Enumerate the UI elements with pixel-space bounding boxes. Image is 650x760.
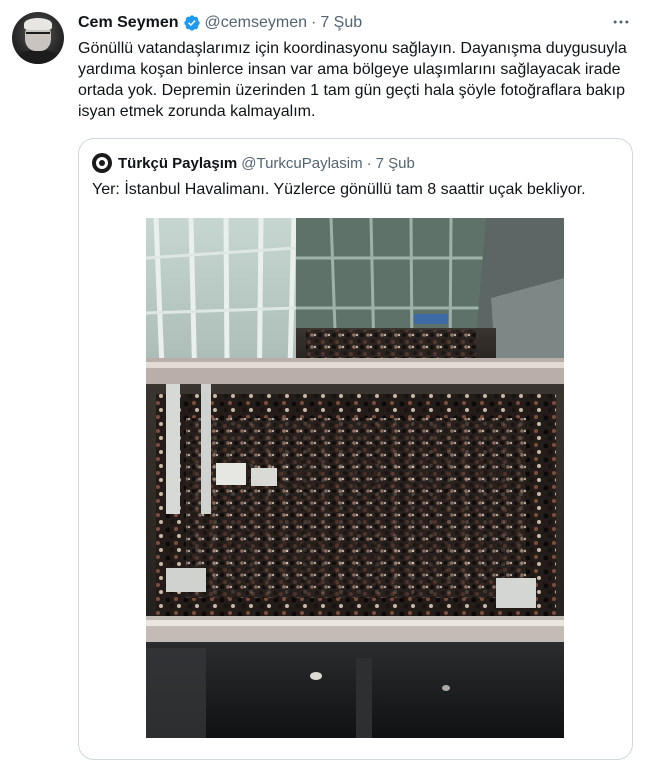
tweet-text: Gönüllü vatandaşlarımız için koordinasyo… [78,40,627,120]
tweet-photo[interactable] [146,218,564,738]
separator-dot: · [311,14,317,31]
author-name[interactable]: Cem Seymen [78,14,179,32]
quoted-author-avatar [92,153,112,173]
verified-badge-icon [183,15,200,31]
airport-crowd-photo [146,218,564,738]
quoted-tweet-text: Yer: İstanbul Havalimanı. Yüzlerce gönül… [92,181,586,198]
quoted-author-handle: @TurkcuPaylasim [241,154,363,172]
quoted-separator-dot: · [366,154,372,172]
quoted-author-name: Türkçü Paylaşım [118,154,238,172]
quoted-tweet-date: 7 Şub [375,154,415,172]
tweet-header: Cem Seymen @cemseymen · 7 Şub [78,12,362,34]
more-horizontal-icon[interactable] [610,12,632,34]
author-avatar[interactable] [12,12,64,64]
tweet-date[interactable]: 7 Şub [320,14,362,32]
author-handle[interactable]: @cemseymen [205,14,308,32]
tweet[interactable]: Cem Seymen @cemseymen · 7 Şub Gönüllü va… [0,0,650,760]
quoted-tweet[interactable]: Türkçü Paylaşım @TurkcuPaylasim · 7 Şub … [78,138,633,760]
quoted-tweet-header: Türkçü Paylaşım @TurkcuPaylasim · 7 Şub [92,153,415,173]
